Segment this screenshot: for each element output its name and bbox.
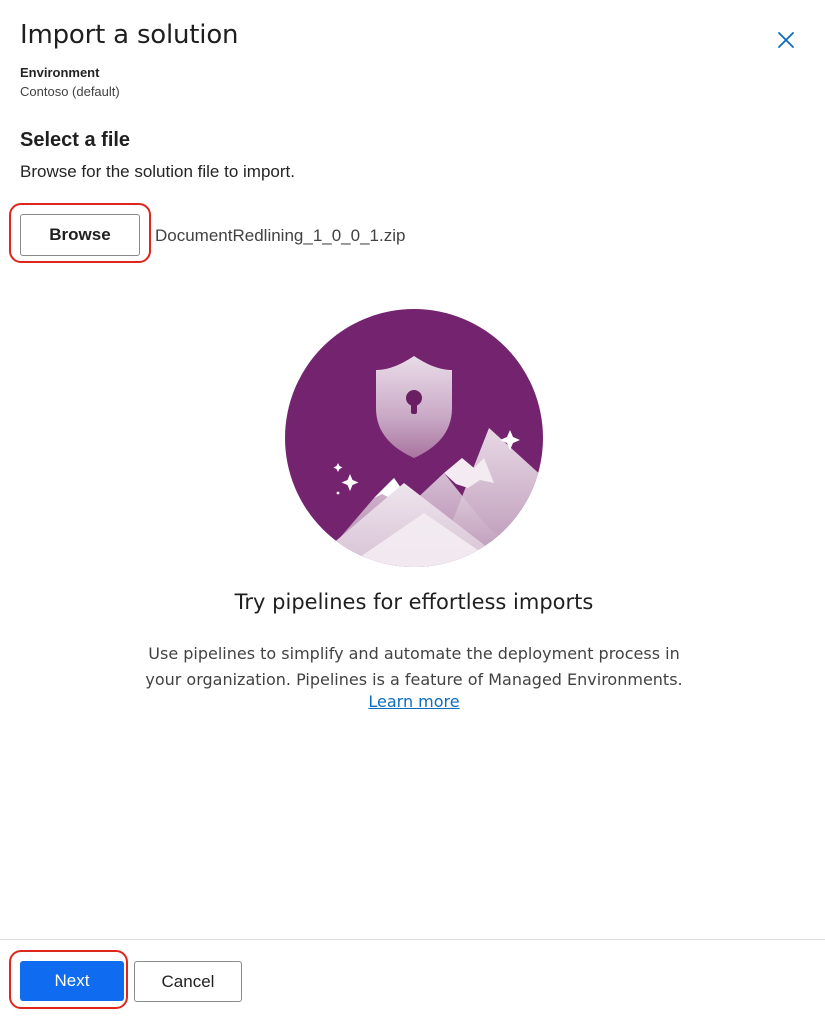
browse-button[interactable]: Browse — [20, 214, 140, 256]
learn-more-container: Learn more — [0, 692, 825, 711]
promo-description-line: your organization. Pipelines is a featur… — [145, 670, 683, 689]
select-file-description: Browse for the solution file to import. — [20, 162, 295, 181]
close-icon — [778, 32, 794, 48]
promo-title: Try pipelines for effortless imports — [234, 590, 594, 614]
cancel-button[interactable]: Cancel — [134, 961, 242, 1002]
next-button[interactable]: Next — [20, 961, 124, 1001]
promo-description: Use pipelines to simplify and automate t… — [140, 641, 688, 693]
page-title: Import a solution — [20, 20, 239, 50]
footer-divider — [0, 939, 825, 940]
environment-label: Environment — [20, 65, 100, 80]
environment-value: Contoso (default) — [20, 84, 120, 99]
learn-more-link[interactable]: Learn more — [368, 692, 459, 711]
import-solution-panel: Import a solution Environment Contoso (d… — [0, 0, 825, 1024]
select-file-heading: Select a file — [20, 129, 131, 151]
selected-file-name: DocumentRedlining_1_0_0_1.zip — [155, 226, 406, 245]
shield-mountains-illustration — [285, 309, 543, 567]
promo-description-line: Use pipelines to simplify and automate t… — [148, 644, 680, 663]
close-button[interactable] — [772, 26, 800, 54]
